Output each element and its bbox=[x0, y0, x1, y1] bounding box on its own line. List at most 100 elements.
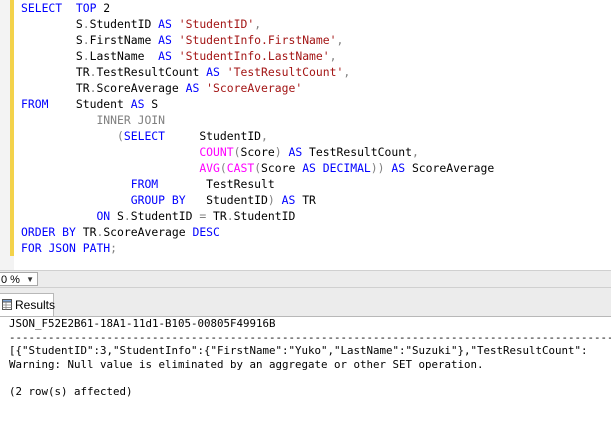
code-token: ( bbox=[219, 161, 227, 175]
result-column-header: JSON_F52E2B61-18A1-11d1-B105-00805F49916… bbox=[9, 317, 276, 330]
code-token: TestResultCount bbox=[96, 65, 207, 79]
code-token: COUNT bbox=[199, 145, 234, 159]
code-token: LastName bbox=[89, 49, 159, 63]
grid-icon bbox=[2, 299, 12, 310]
editor-gutter bbox=[0, 0, 14, 270]
code-token: AS bbox=[281, 193, 296, 207]
query-editor[interactable]: SELECT TOP 2 S.StudentID AS 'StudentID',… bbox=[0, 0, 611, 270]
code-token: . bbox=[226, 209, 234, 223]
code-token: FirstName bbox=[89, 33, 159, 47]
code-line[interactable]: FROM Student AS S bbox=[21, 96, 494, 112]
result-separator: ----------------------------------------… bbox=[9, 330, 611, 344]
code-token: StudentID bbox=[165, 129, 262, 143]
code-token: FROM bbox=[21, 97, 49, 111]
code-token: 'ScoreAverage' bbox=[206, 81, 303, 95]
code-token: ON bbox=[96, 209, 111, 223]
change-tracking-bar bbox=[10, 0, 14, 256]
code-token: . bbox=[82, 17, 90, 31]
result-json-row[interactable]: [{"StudentID":3,"StudentInfo":{"FirstNam… bbox=[9, 344, 611, 358]
results-pane[interactable]: JSON_F52E2B61-18A1-11d1-B105-00805F49916… bbox=[0, 316, 611, 426]
code-token: )) bbox=[370, 161, 385, 175]
code-token: PATH bbox=[82, 241, 111, 255]
code-token: TR bbox=[206, 209, 227, 223]
code-line[interactable]: GROUP BY StudentID) AS TR bbox=[21, 192, 494, 208]
code-token: ) bbox=[267, 193, 275, 207]
code-token: 'TestResultCount' bbox=[226, 65, 344, 79]
sql-code[interactable]: SELECT TOP 2 S.StudentID AS 'StudentID',… bbox=[21, 0, 494, 256]
code-token: ORDER BY bbox=[21, 225, 76, 239]
code-token: Score bbox=[261, 161, 303, 175]
code-token: . bbox=[82, 49, 90, 63]
code-token: AS bbox=[185, 81, 200, 95]
code-token: GROUP BY bbox=[130, 193, 186, 207]
code-token: DECIMAL bbox=[322, 161, 371, 175]
zoom-select[interactable]: 0 % ▼ bbox=[0, 272, 38, 286]
code-token: TR bbox=[21, 81, 90, 95]
code-line[interactable]: AVG(CAST(Score AS DECIMAL)) AS ScoreAver… bbox=[21, 160, 494, 176]
code-token: , bbox=[329, 49, 337, 63]
code-line[interactable]: COUNT(Score) AS TestResultCount, bbox=[21, 144, 494, 160]
code-line[interactable]: TR.TestResultCount AS 'TestResultCount', bbox=[21, 64, 494, 80]
code-token: ( bbox=[117, 129, 124, 143]
code-token: S bbox=[21, 49, 83, 63]
code-token: TOP bbox=[75, 1, 97, 15]
code-token: DESC bbox=[192, 225, 220, 239]
code-token: , bbox=[336, 33, 344, 47]
code-token: TestResultCount bbox=[302, 145, 412, 159]
code-token: 'StudentInfo.FirstName' bbox=[178, 33, 337, 47]
code-token: ScoreAverage bbox=[103, 225, 193, 239]
code-line[interactable]: (SELECT StudentID, bbox=[21, 128, 494, 144]
code-token: TestResult bbox=[158, 177, 275, 191]
code-token: AS bbox=[391, 161, 406, 175]
code-token: S bbox=[144, 97, 159, 111]
code-line[interactable]: SELECT TOP 2 bbox=[21, 0, 494, 16]
tab-results[interactable]: Results bbox=[0, 293, 56, 316]
code-token: StudentID bbox=[185, 193, 268, 207]
code-token: , bbox=[343, 65, 351, 79]
code-line[interactable]: FROM TestResult bbox=[21, 176, 494, 192]
code-token: AS bbox=[206, 65, 220, 79]
result-rows-affected: (2 row(s) affected) bbox=[9, 384, 133, 398]
code-token: . bbox=[123, 209, 131, 223]
code-token: TR bbox=[75, 225, 97, 239]
code-token: ScoreAverage bbox=[405, 161, 495, 175]
code-token: 'StudentID' bbox=[178, 17, 255, 31]
code-token: 2 bbox=[96, 1, 111, 15]
code-line[interactable]: S.StudentID AS 'StudentID', bbox=[21, 16, 494, 32]
code-token: 'StudentInfo.LastName' bbox=[178, 49, 330, 63]
code-token: TR bbox=[21, 65, 90, 79]
code-line[interactable]: ON S.StudentID = TR.StudentID bbox=[21, 208, 494, 224]
code-token: StudentID bbox=[233, 209, 296, 223]
code-line[interactable]: ORDER BY TR.ScoreAverage DESC bbox=[21, 224, 494, 240]
code-token: , bbox=[254, 17, 262, 31]
code-line[interactable]: TR.ScoreAverage AS 'ScoreAverage' bbox=[21, 80, 494, 96]
code-token: , bbox=[261, 129, 268, 143]
code-token: TR bbox=[295, 193, 316, 207]
code-token: AS bbox=[158, 49, 172, 63]
code-token: AS bbox=[158, 17, 172, 31]
tab-results-label: Results bbox=[15, 298, 56, 312]
result-blank-line bbox=[9, 371, 611, 385]
zoom-value: 0 % bbox=[1, 274, 20, 286]
code-token: FOR bbox=[21, 241, 42, 255]
chevron-down-icon[interactable]: ▼ bbox=[26, 273, 34, 287]
code-line[interactable]: INNER JOIN bbox=[21, 112, 494, 128]
code-token: S bbox=[21, 17, 83, 31]
code-token: StudentID bbox=[89, 17, 159, 31]
code-line[interactable]: FOR JSON PATH; bbox=[21, 240, 494, 256]
code-line[interactable]: S.LastName AS 'StudentInfo.LastName', bbox=[21, 48, 494, 64]
code-line[interactable]: S.FirstName AS 'StudentInfo.FirstName', bbox=[21, 32, 494, 48]
code-token: Student bbox=[48, 97, 131, 111]
